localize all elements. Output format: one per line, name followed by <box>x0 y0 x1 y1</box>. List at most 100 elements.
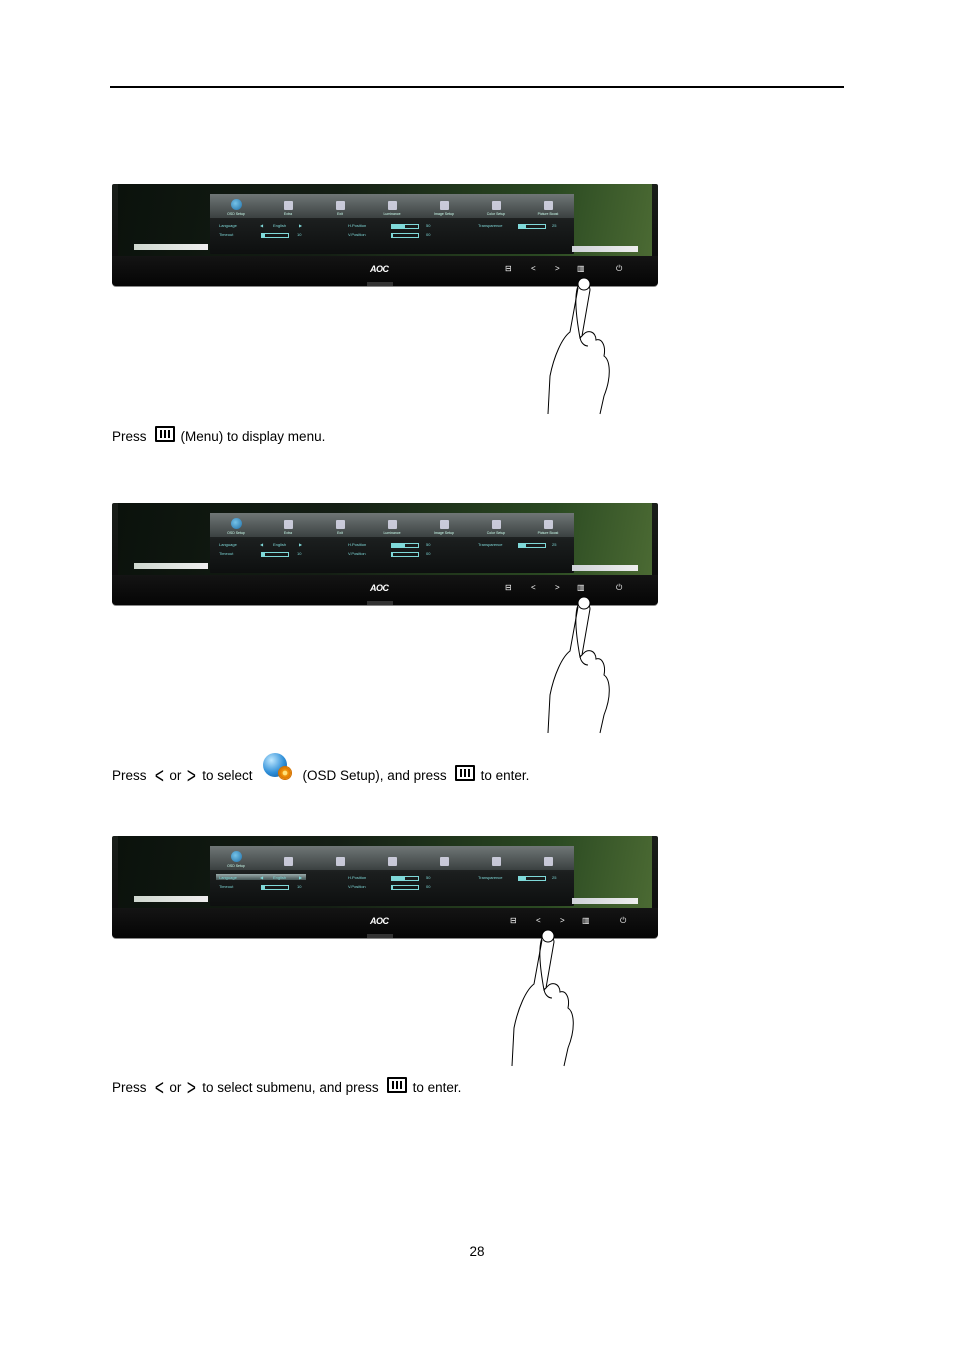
auto-source-button[interactable]: ⊟ <box>505 583 512 593</box>
monitor: OSD Setup Extra Exit Luminance Image Set… <box>112 184 658 286</box>
picture-boost-icon <box>543 201 553 210</box>
language-left-arrow-icon[interactable]: ◀ <box>260 223 263 228</box>
auto-source-button[interactable]: ⊟ <box>510 916 517 926</box>
picture-boost-icon <box>543 857 553 866</box>
aoc-logo: AOC <box>370 583 389 593</box>
osd-tab-color-setup[interactable] <box>470 846 522 870</box>
transparence-label: Transparence <box>478 223 503 228</box>
h-position-slider[interactable] <box>391 224 419 229</box>
taskbar-right <box>572 565 638 571</box>
v-position-slider[interactable] <box>391 885 419 890</box>
osd-tab-extra[interactable]: Extra <box>262 513 314 537</box>
taskbar-right <box>572 246 638 252</box>
osd-tab-color-setup[interactable]: Color Setup <box>470 513 522 537</box>
picture-boost-icon <box>543 520 553 529</box>
power-button[interactable]: ⏻ <box>616 583 622 593</box>
timeout-slider[interactable] <box>261 233 289 238</box>
timeout-label: Timeout <box>219 232 234 237</box>
caption-text: (Menu) to display menu. <box>180 429 326 444</box>
osd-tab-label: OSD Setup <box>227 531 245 535</box>
transparence-value: 25 <box>552 223 557 228</box>
v-position-slider[interactable] <box>391 552 419 557</box>
osd-tab-picture-boost[interactable]: Picture Boost <box>522 194 574 218</box>
osd-menu: OSD Setup Extra Exit Luminance Image Set… <box>210 513 574 573</box>
osd-tab-label: Image Setup <box>434 531 454 535</box>
image-setup-icon <box>439 857 449 866</box>
language-left-arrow-icon[interactable]: ◀ <box>260 542 263 547</box>
osd-tab-image-setup[interactable]: Image Setup <box>418 194 470 218</box>
osd-setup-globe-icon <box>262 753 293 783</box>
left-button[interactable]: < <box>536 916 541 926</box>
osd-tab-picture-boost[interactable] <box>522 846 574 870</box>
exit-door-icon <box>335 520 345 529</box>
left-button[interactable]: < <box>531 264 536 274</box>
osd-tab-osd-setup[interactable]: OSD Setup <box>210 846 262 870</box>
osd-tab-osd-setup[interactable]: OSD Setup <box>210 513 262 537</box>
right-button[interactable]: > <box>555 264 560 274</box>
menu-key-icon <box>154 426 175 442</box>
right-button[interactable]: > <box>560 916 565 926</box>
timeout-value: 10 <box>297 551 302 556</box>
right-button[interactable]: > <box>555 583 560 593</box>
osd-tab-luminance[interactable]: Luminance <box>366 513 418 537</box>
image-setup-icon <box>439 201 449 210</box>
monitor-screen: OSD Setup Language ◀ English ▶ Timeout 1… <box>118 836 652 908</box>
language-right-arrow-icon[interactable]: ▶ <box>299 542 302 547</box>
page-number: 28 <box>469 1244 485 1259</box>
osd-tab-exit[interactable] <box>314 846 366 870</box>
exit-door-icon <box>335 857 345 866</box>
language-right-arrow-icon[interactable]: ▶ <box>299 875 302 880</box>
transparence-slider[interactable] <box>518 876 546 881</box>
caption-text: (OSD Setup), and press <box>302 768 447 783</box>
h-position-value: 50 <box>426 875 431 880</box>
language-label: Language <box>219 875 237 880</box>
osd-tab-bar: OSD Setup <box>210 846 574 870</box>
left-chevron-icon: < <box>154 763 164 788</box>
osd-tab-osd-setup[interactable]: OSD Setup <box>210 194 262 218</box>
h-position-label: H.Position <box>348 875 367 880</box>
taskbar-right <box>572 898 638 904</box>
osd-tab-picture-boost[interactable]: Picture Boost <box>522 513 574 537</box>
v-position-value: 00 <box>426 232 431 237</box>
language-right-arrow-icon[interactable]: ▶ <box>299 223 302 228</box>
h-position-slider[interactable] <box>391 543 419 548</box>
auto-source-button[interactable]: ⊟ <box>505 264 512 274</box>
osd-tab-extra[interactable]: Extra <box>262 194 314 218</box>
osd-tab-extra[interactable] <box>262 846 314 870</box>
osd-tab-label: Luminance <box>383 531 401 535</box>
osd-menu: OSD Setup Language ◀ English ▶ Timeout 1… <box>210 846 574 906</box>
menu-button[interactable]: ▥ <box>577 264 585 274</box>
v-position-slider[interactable] <box>391 233 419 238</box>
caption-text: or <box>169 1080 182 1095</box>
osd-tab-color-setup[interactable]: Color Setup <box>470 194 522 218</box>
language-left-arrow-icon[interactable]: ◀ <box>260 875 263 880</box>
v-position-label: V.Position <box>348 551 366 556</box>
v-position-label: V.Position <box>348 884 366 889</box>
menu-button[interactable]: ▥ <box>582 916 590 926</box>
transparence-slider[interactable] <box>518 224 546 229</box>
timeout-slider[interactable] <box>261 552 289 557</box>
language-label: Language <box>219 542 237 547</box>
taskbar-left <box>134 244 208 250</box>
osd-tab-exit[interactable]: Exit <box>314 194 366 218</box>
osd-tab-label: Exit <box>337 212 343 216</box>
timeout-slider[interactable] <box>261 885 289 890</box>
language-value: English <box>273 875 287 880</box>
osd-tab-image-setup[interactable]: Image Setup <box>418 513 470 537</box>
left-button[interactable]: < <box>531 583 536 593</box>
osd-tab-exit[interactable]: Exit <box>314 513 366 537</box>
h-position-slider[interactable] <box>391 876 419 881</box>
power-button[interactable]: ⏻ <box>616 264 622 274</box>
osd-tab-luminance[interactable]: Luminance <box>366 194 418 218</box>
osd-setup-globe-icon <box>230 199 242 210</box>
transparence-value: 25 <box>552 542 557 547</box>
menu-button[interactable]: ▥ <box>577 583 585 593</box>
osd-tab-image-setup[interactable] <box>418 846 470 870</box>
osd-tab-luminance[interactable] <box>366 846 418 870</box>
transparence-slider[interactable] <box>518 543 546 548</box>
caption-text: to select <box>202 768 253 783</box>
caption-text: or <box>169 768 182 783</box>
osd-setup-globe-icon <box>230 518 242 529</box>
power-button[interactable]: ⏻ <box>620 916 626 926</box>
h-position-label: H.Position <box>348 223 367 228</box>
